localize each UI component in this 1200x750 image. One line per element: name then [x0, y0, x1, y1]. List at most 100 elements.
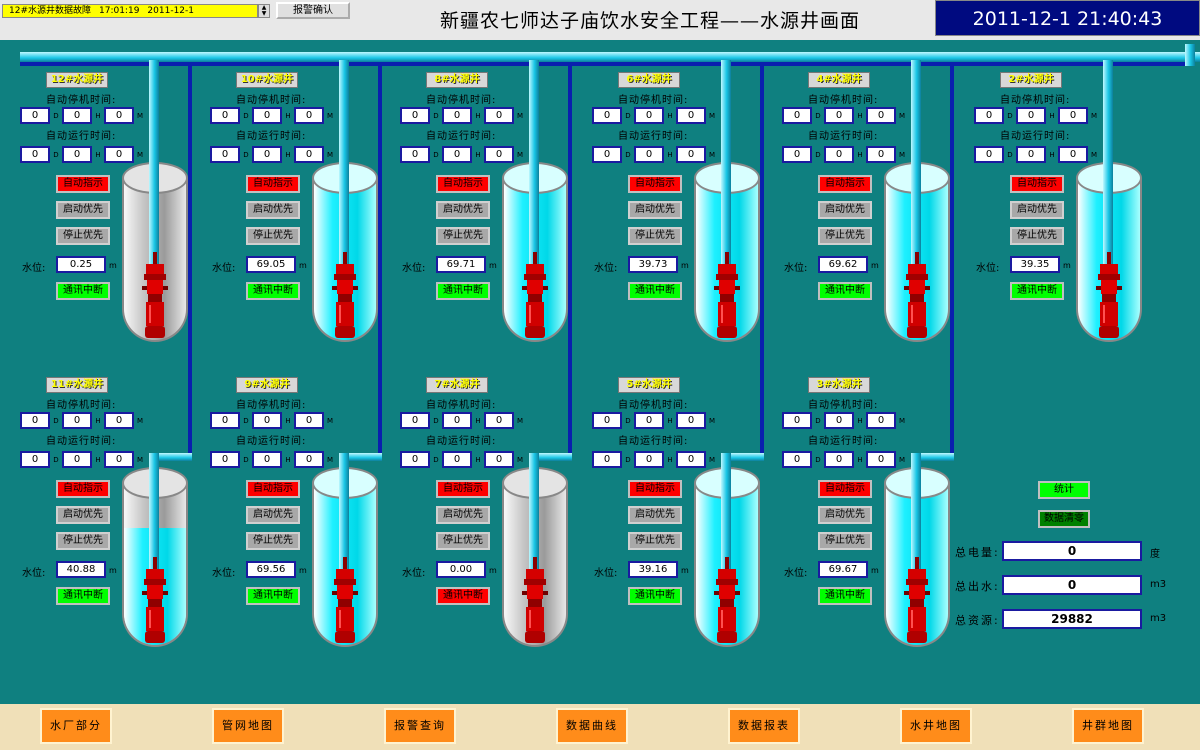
days-field[interactable]: 0 — [20, 412, 50, 429]
minutes-field[interactable]: 0 — [104, 412, 134, 429]
stop-priority-button[interactable]: 停止优先 — [818, 532, 872, 550]
start-priority-button[interactable]: 启动优先 — [1010, 201, 1064, 219]
minutes-field[interactable]: 0 — [104, 451, 134, 468]
days-field[interactable]: 0 — [782, 451, 812, 468]
hours-field[interactable]: 0 — [824, 451, 854, 468]
days-field[interactable]: 0 — [210, 146, 240, 163]
auto-indicator-button[interactable]: 自动指示 — [628, 175, 682, 193]
hours-field[interactable]: 0 — [442, 412, 472, 429]
pump-icon[interactable] — [714, 252, 740, 342]
minutes-field[interactable]: 0 — [104, 107, 134, 124]
hours-field[interactable]: 0 — [62, 107, 92, 124]
statistics-button[interactable]: 统计 — [1038, 481, 1090, 499]
stop-priority-button[interactable]: 停止优先 — [436, 532, 490, 550]
start-priority-button[interactable]: 启动优先 — [436, 201, 490, 219]
hours-field[interactable]: 0 — [634, 412, 664, 429]
auto-indicator-button[interactable]: 自动指示 — [628, 480, 682, 498]
minutes-field[interactable]: 0 — [484, 146, 514, 163]
pump-icon[interactable] — [714, 557, 740, 647]
nav-well-map-button[interactable]: 水井地图 — [900, 708, 972, 744]
auto-indicator-button[interactable]: 自动指示 — [436, 175, 490, 193]
pump-icon[interactable] — [332, 557, 358, 647]
minutes-field[interactable]: 0 — [676, 107, 706, 124]
minutes-field[interactable]: 0 — [866, 412, 896, 429]
nav-data-curve-button[interactable]: 数据曲线 — [556, 708, 628, 744]
days-field[interactable]: 0 — [974, 107, 1004, 124]
hours-field[interactable]: 0 — [634, 451, 664, 468]
alarm-ack-button[interactable]: 报警确认 — [276, 2, 350, 19]
days-field[interactable]: 0 — [400, 146, 430, 163]
days-field[interactable]: 0 — [210, 451, 240, 468]
hours-field[interactable]: 0 — [252, 451, 282, 468]
days-field[interactable]: 0 — [592, 451, 622, 468]
stop-priority-button[interactable]: 停止优先 — [1010, 227, 1064, 245]
pump-icon[interactable] — [904, 252, 930, 342]
minutes-field[interactable]: 0 — [676, 412, 706, 429]
minutes-field[interactable]: 0 — [1058, 146, 1088, 163]
nav-water-plant-button[interactable]: 水厂部分 — [40, 708, 112, 744]
nav-pipe-map-button[interactable]: 管网地图 — [212, 708, 284, 744]
start-priority-button[interactable]: 启动优先 — [246, 506, 300, 524]
stop-priority-button[interactable]: 停止优先 — [818, 227, 872, 245]
days-field[interactable]: 0 — [210, 107, 240, 124]
minutes-field[interactable]: 0 — [484, 107, 514, 124]
days-field[interactable]: 0 — [400, 107, 430, 124]
hours-field[interactable]: 0 — [62, 451, 92, 468]
pump-icon[interactable] — [332, 252, 358, 342]
days-field[interactable]: 0 — [400, 412, 430, 429]
minutes-field[interactable]: 0 — [676, 451, 706, 468]
auto-indicator-button[interactable]: 自动指示 — [818, 175, 872, 193]
hours-field[interactable]: 0 — [442, 107, 472, 124]
minutes-field[interactable]: 0 — [294, 107, 324, 124]
hours-field[interactable]: 0 — [824, 146, 854, 163]
stop-priority-button[interactable]: 停止优先 — [436, 227, 490, 245]
stop-priority-button[interactable]: 停止优先 — [56, 532, 110, 550]
minutes-field[interactable]: 0 — [676, 146, 706, 163]
days-field[interactable]: 0 — [20, 107, 50, 124]
stop-priority-button[interactable]: 停止优先 — [628, 532, 682, 550]
auto-indicator-button[interactable]: 自动指示 — [1010, 175, 1064, 193]
minutes-field[interactable]: 0 — [294, 412, 324, 429]
start-priority-button[interactable]: 启动优先 — [246, 201, 300, 219]
hours-field[interactable]: 0 — [1016, 146, 1046, 163]
hours-field[interactable]: 0 — [252, 146, 282, 163]
nav-well-group-map-button[interactable]: 井群地图 — [1072, 708, 1144, 744]
days-field[interactable]: 0 — [592, 146, 622, 163]
minutes-field[interactable]: 0 — [484, 412, 514, 429]
minutes-field[interactable]: 0 — [866, 107, 896, 124]
pump-icon[interactable] — [522, 557, 548, 647]
hours-field[interactable]: 0 — [634, 146, 664, 163]
hours-field[interactable]: 0 — [442, 146, 472, 163]
alarm-banner[interactable]: 12#水源井数据故障 17:01:19 2011-12-1 — [2, 4, 258, 18]
start-priority-button[interactable]: 启动优先 — [628, 506, 682, 524]
hours-field[interactable]: 0 — [634, 107, 664, 124]
minutes-field[interactable]: 0 — [294, 146, 324, 163]
days-field[interactable]: 0 — [20, 146, 50, 163]
alarm-scroll-spinner[interactable]: ▲ ▼ — [258, 4, 270, 18]
pump-icon[interactable] — [142, 557, 168, 647]
start-priority-button[interactable]: 启动优先 — [56, 506, 110, 524]
days-field[interactable]: 0 — [782, 412, 812, 429]
days-field[interactable]: 0 — [782, 107, 812, 124]
start-priority-button[interactable]: 启动优先 — [818, 201, 872, 219]
nav-data-report-button[interactable]: 数据报表 — [728, 708, 800, 744]
hours-field[interactable]: 0 — [824, 107, 854, 124]
days-field[interactable]: 0 — [20, 451, 50, 468]
days-field[interactable]: 0 — [782, 146, 812, 163]
days-field[interactable]: 0 — [974, 146, 1004, 163]
minutes-field[interactable]: 0 — [484, 451, 514, 468]
pump-icon[interactable] — [1096, 252, 1122, 342]
auto-indicator-button[interactable]: 自动指示 — [56, 175, 110, 193]
start-priority-button[interactable]: 启动优先 — [436, 506, 490, 524]
hours-field[interactable]: 0 — [62, 146, 92, 163]
stop-priority-button[interactable]: 停止优先 — [56, 227, 110, 245]
hours-field[interactable]: 0 — [252, 412, 282, 429]
minutes-field[interactable]: 0 — [294, 451, 324, 468]
auto-indicator-button[interactable]: 自动指示 — [818, 480, 872, 498]
minutes-field[interactable]: 0 — [866, 451, 896, 468]
auto-indicator-button[interactable]: 自动指示 — [436, 480, 490, 498]
stop-priority-button[interactable]: 停止优先 — [246, 532, 300, 550]
auto-indicator-button[interactable]: 自动指示 — [246, 175, 300, 193]
start-priority-button[interactable]: 启动优先 — [628, 201, 682, 219]
hours-field[interactable]: 0 — [824, 412, 854, 429]
